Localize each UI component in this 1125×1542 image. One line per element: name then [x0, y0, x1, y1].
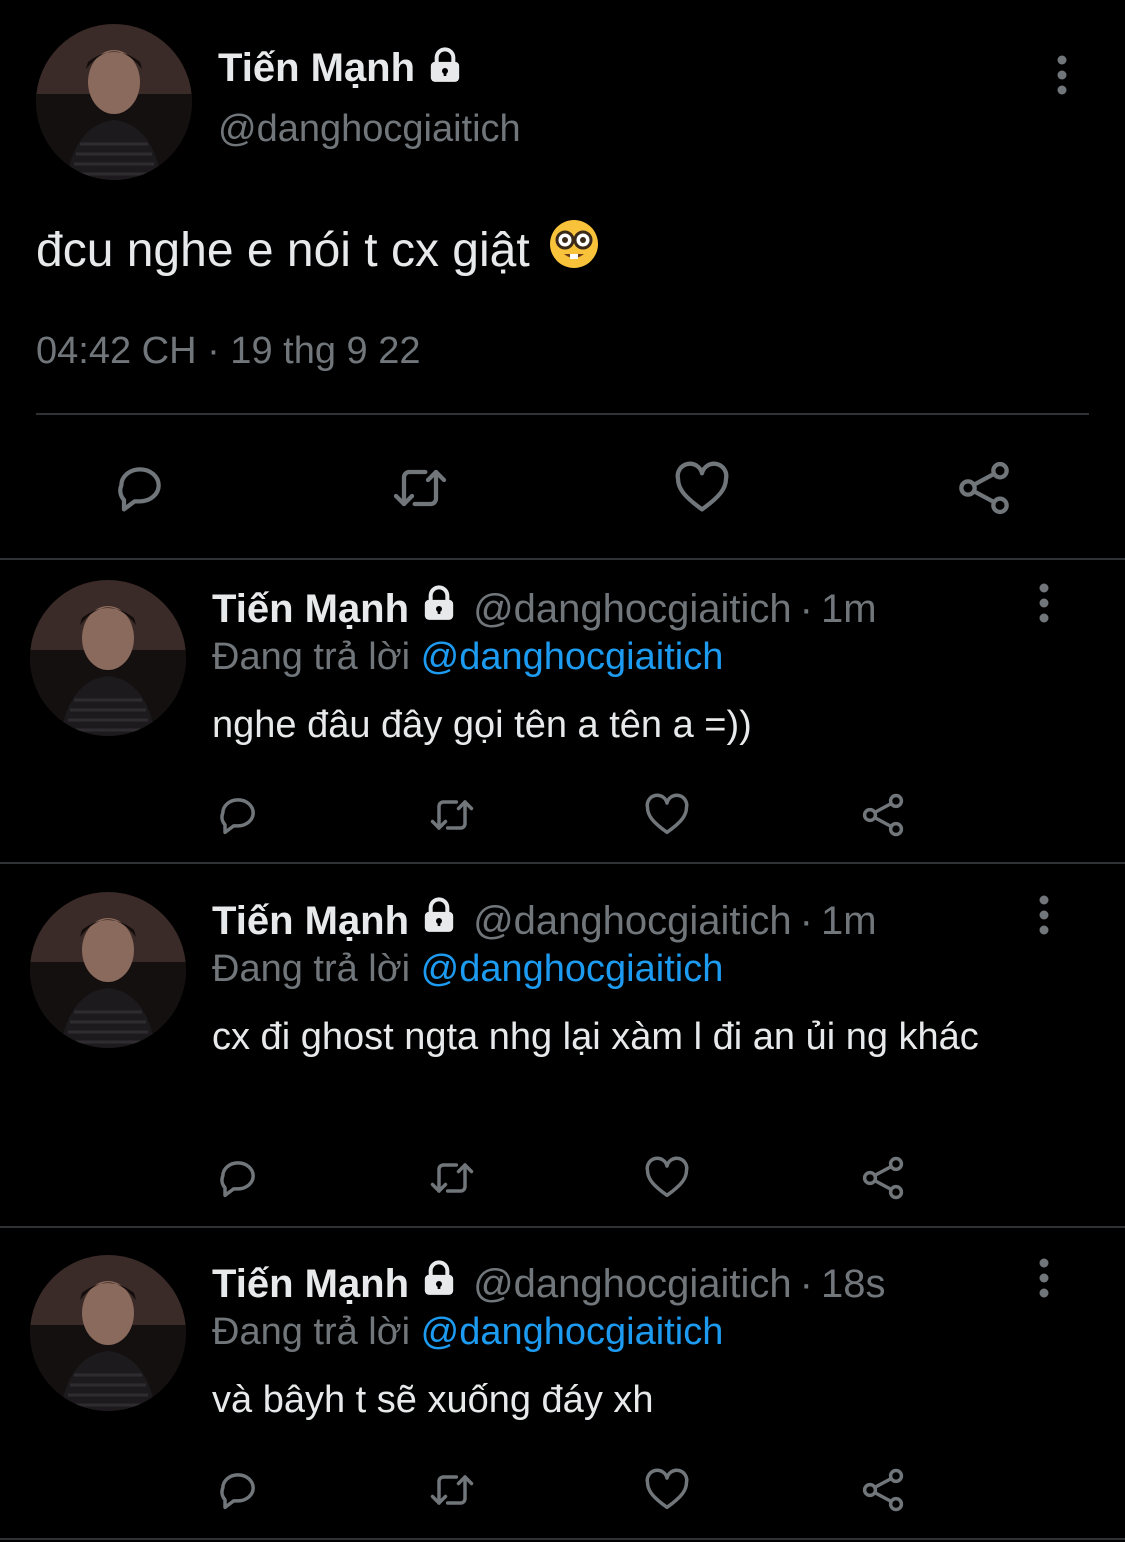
reply-tweet[interactable]: Tiến Mạnh @danghocgiaitich · 18s Đang tr…	[0, 1235, 1125, 1535]
avatar[interactable]	[30, 580, 186, 736]
author-handle[interactable]: @danghocgiaitich	[473, 1262, 792, 1307]
divider	[0, 1226, 1125, 1228]
reply-tweet[interactable]: Tiến Mạnh @danghocgiaitich · 1m Đang trả…	[0, 872, 1125, 1226]
share-icon[interactable]	[857, 789, 909, 841]
main-tweet: Tiến Mạnh @danghocgiaitich đcu nghe e nó…	[0, 0, 1125, 558]
share-icon[interactable]	[857, 1464, 909, 1516]
nerd-face-emoji-icon	[548, 218, 600, 282]
tweet-thread-page: Tiến Mạnh @danghocgiaitich đcu nghe e nó…	[0, 0, 1125, 1542]
more-vertical-icon[interactable]	[1022, 894, 1066, 938]
replying-to: Đang trả lời @danghocgiaitich	[212, 948, 723, 991]
retweet-icon[interactable]	[426, 789, 478, 841]
reply-header: Tiến Mạnh @danghocgiaitich · 1m	[212, 896, 877, 946]
like-icon[interactable]	[670, 456, 734, 520]
tweet-text: đcu nghe e nói t cx giật	[36, 223, 530, 277]
author-name[interactable]: Tiến Mạnh	[212, 1262, 409, 1307]
reply-icon[interactable]	[212, 1464, 264, 1516]
relative-time: 1m	[820, 586, 877, 631]
replying-to: Đang trả lời @danghocgiaitich	[212, 636, 723, 679]
share-icon[interactable]	[952, 456, 1016, 520]
relative-time: 1m	[820, 898, 877, 943]
lock-icon	[419, 1259, 459, 1309]
lock-icon	[425, 46, 465, 91]
like-icon[interactable]	[641, 789, 693, 841]
mention-link[interactable]: @danghocgiaitich	[421, 1311, 724, 1353]
reply-text: và bâyh t sẽ xuống đáy xh	[212, 1379, 654, 1421]
lock-icon	[419, 896, 459, 946]
tweet-timestamp: 04:42 CH · 19 thg 9 22	[36, 330, 421, 372]
reply-text: nghe đâu đây gọi tên a tên a =))	[212, 704, 752, 746]
author-name[interactable]: Tiến Mạnh	[212, 899, 409, 944]
author-row: Tiến Mạnh	[218, 40, 465, 96]
mention-link[interactable]: @danghocgiaitich	[421, 636, 724, 678]
divider	[36, 413, 1089, 415]
more-vertical-icon[interactable]	[1022, 1257, 1066, 1301]
author-handle[interactable]: @danghocgiaitich	[473, 899, 792, 944]
author-handle[interactable]: @danghocgiaitich	[473, 587, 792, 632]
avatar[interactable]	[30, 892, 186, 1048]
relative-time: 18s	[820, 1261, 886, 1306]
replying-prefix: Đang trả lời	[212, 1311, 411, 1353]
replying-to: Đang trả lời @danghocgiaitich	[212, 1311, 723, 1354]
more-vertical-icon[interactable]	[1040, 54, 1084, 98]
reply-icon[interactable]	[108, 456, 172, 520]
author-name[interactable]: Tiến Mạnh	[212, 587, 409, 632]
like-icon[interactable]	[641, 1464, 693, 1516]
divider	[0, 1538, 1125, 1540]
tweet-actions	[0, 456, 1125, 520]
author-handle[interactable]: @danghocgiaitich	[218, 108, 521, 151]
separator-dot: ·	[799, 586, 813, 631]
reply-icon[interactable]	[212, 789, 264, 841]
reply-text: cx đi ghost ngta nhg lại xàm l đi an ủi …	[212, 1016, 979, 1058]
mention-link[interactable]: @danghocgiaitich	[421, 948, 724, 990]
author-name[interactable]: Tiến Mạnh	[218, 46, 415, 91]
avatar[interactable]	[30, 1255, 186, 1411]
like-icon[interactable]	[641, 1152, 693, 1204]
replying-prefix: Đang trả lời	[212, 948, 411, 990]
share-icon[interactable]	[857, 1152, 909, 1204]
lock-icon	[419, 584, 459, 634]
tweet-text-row: đcu nghe e nói t cx giật	[36, 218, 600, 282]
more-vertical-icon[interactable]	[1022, 582, 1066, 626]
divider	[0, 862, 1125, 864]
separator-dot: ·	[799, 898, 813, 943]
retweet-icon[interactable]	[426, 1152, 478, 1204]
separator-dot: ·	[799, 1261, 813, 1306]
reply-header: Tiến Mạnh @danghocgiaitich · 18s	[212, 1259, 885, 1309]
reply-icon[interactable]	[212, 1152, 264, 1204]
avatar[interactable]	[36, 24, 192, 180]
retweet-icon[interactable]	[426, 1464, 478, 1516]
reply-tweet[interactable]: Tiến Mạnh @danghocgiaitich · 1m Đang trả…	[0, 560, 1125, 862]
replying-prefix: Đang trả lời	[212, 636, 411, 678]
retweet-icon[interactable]	[388, 456, 452, 520]
reply-header: Tiến Mạnh @danghocgiaitich · 1m	[212, 584, 877, 634]
